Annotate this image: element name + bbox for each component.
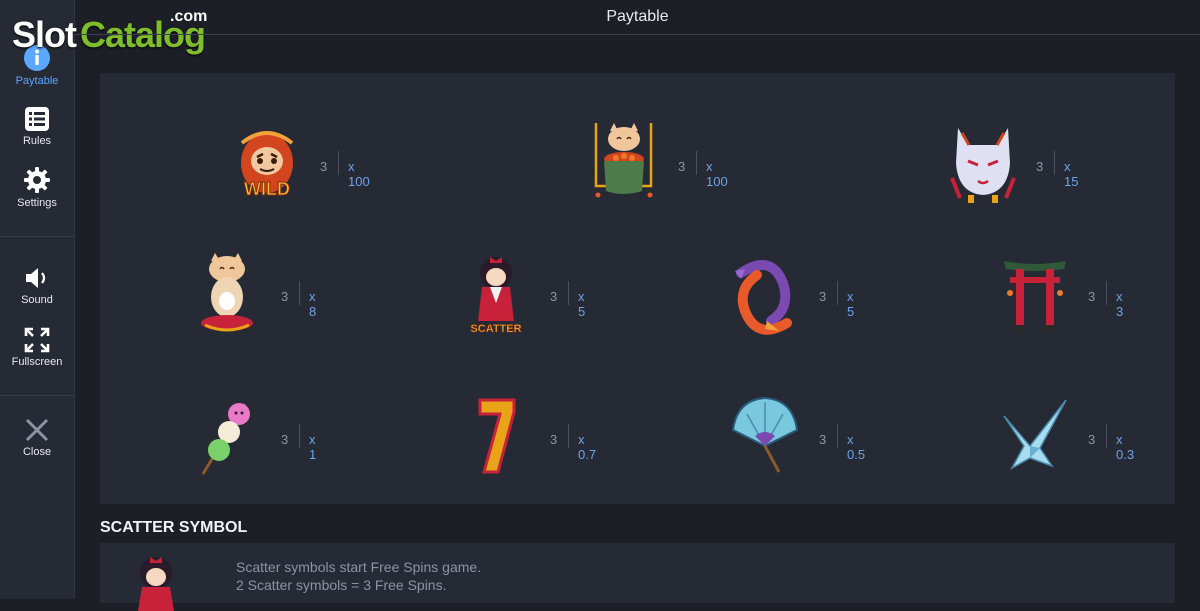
sidebar-item-label: Fullscreen	[11, 356, 63, 368]
sidebar-item-settings[interactable]: Settings	[0, 166, 74, 209]
symbol-payout: x 0.7	[578, 432, 597, 462]
symbol-count: 3	[678, 159, 686, 174]
scatter-section-title: SCATTER SYMBOL	[100, 519, 248, 536]
fan-icon	[731, 396, 799, 473]
page-title: Paytable	[75, 0, 1200, 35]
sidebar-item-label: Settings	[17, 197, 57, 209]
symbol-count: 3	[819, 289, 827, 304]
symbol-payout: x 0.5	[847, 432, 866, 462]
symbol-payout: x 100	[348, 159, 370, 189]
scatter-line: 2 Scatter symbols = 3 Free Spins.	[236, 577, 447, 593]
origami-crane-icon	[1003, 399, 1067, 470]
sidebar-item-fullscreen[interactable]: Fullscreen	[0, 327, 74, 368]
symbol-count: 3	[550, 432, 558, 447]
sidebar-item-close[interactable]: Close	[0, 417, 74, 458]
lucky-cat-bowl-icon	[594, 123, 653, 198]
gear-icon	[24, 167, 50, 193]
symbol-count: 3	[281, 432, 289, 447]
symbol-payout: x 5	[578, 289, 586, 319]
seven-icon	[478, 398, 516, 474]
symbol-payout: x 1	[309, 432, 317, 462]
info-icon	[24, 45, 50, 71]
symbol-payout: x 8	[309, 289, 317, 319]
sidebar-item-sound[interactable]: Sound	[0, 265, 74, 306]
symbol-payout: x 15	[1064, 159, 1079, 189]
symbol-count: 3	[320, 159, 328, 174]
kitsune-mask-icon	[950, 128, 1016, 203]
scatter-kokeshi-icon	[138, 557, 174, 611]
scatter-description: Scatter symbols start Free Spins game. 2…	[236, 558, 481, 594]
symbol-payout: x 0.3	[1116, 432, 1135, 462]
koi-fish-icon	[735, 260, 792, 335]
sidebar-divider	[0, 395, 74, 396]
symbol-payout: x 100	[706, 159, 728, 189]
paytable-panel: WILD 3 x 100 3 x 100 3 x 15 3 x 8 SCATTE…	[100, 73, 1175, 504]
sidebar-item-label: Paytable	[15, 75, 59, 87]
dango-icon	[201, 403, 250, 475]
svg-text:SCATTER: SCATTER	[470, 323, 521, 335]
sidebar-item-label: Close	[22, 446, 52, 458]
sidebar-divider	[0, 236, 74, 237]
wild-daruma-icon: WILD	[240, 131, 294, 200]
scatter-line: Scatter symbols start Free Spins game.	[236, 559, 482, 575]
maneki-neko-icon	[201, 253, 253, 332]
scatter-section: Scatter symbols start Free Spins game. 2…	[100, 543, 1175, 611]
symbol-payout: x 3	[1116, 289, 1124, 319]
torii-gate-icon	[1004, 261, 1066, 331]
symbol-count: 3	[1088, 432, 1096, 447]
symbol-count: 3	[1088, 289, 1096, 304]
sidebar-item-paytable[interactable]: Paytable	[0, 44, 74, 87]
scatter-kokeshi-icon: SCATTER	[470, 257, 522, 335]
fullscreen-icon	[24, 327, 50, 353]
svg-text:WILD: WILD	[244, 179, 290, 199]
symbol-count: 3	[819, 432, 827, 447]
list-icon	[25, 107, 49, 131]
symbol-count: 3	[550, 289, 558, 304]
sidebar-item-rules[interactable]: Rules	[0, 106, 74, 147]
symbol-count: 3	[281, 289, 289, 304]
sidebar-item-label: Rules	[22, 135, 52, 147]
close-icon	[25, 418, 49, 442]
symbol-payout: x 5	[847, 289, 855, 319]
sidebar-item-label: Sound	[21, 294, 53, 306]
sidebar: Paytable Rules Settings Sound Fullscreen…	[0, 0, 75, 599]
speaker-icon	[26, 268, 46, 288]
symbol-count: 3	[1036, 159, 1044, 174]
